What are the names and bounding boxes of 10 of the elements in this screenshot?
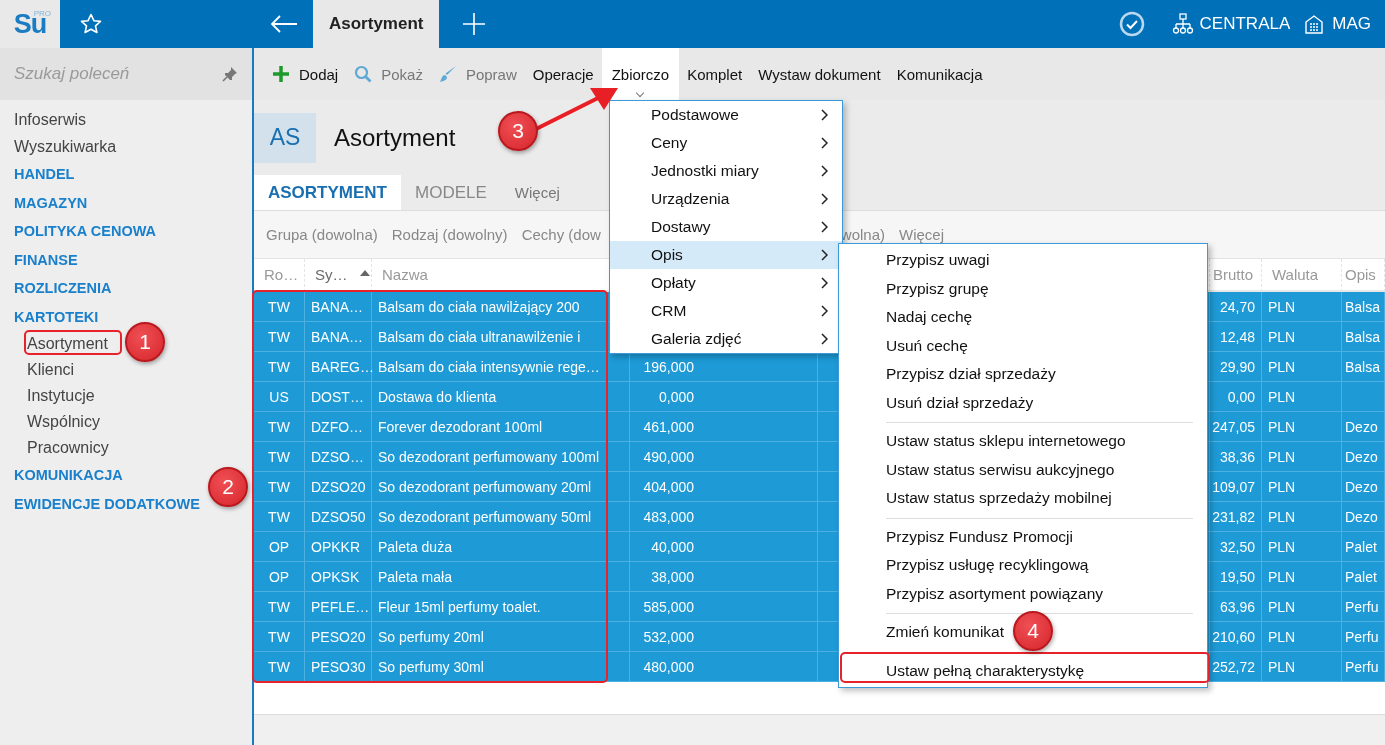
page-title: Asortyment bbox=[334, 123, 456, 152]
type-cell: TW bbox=[254, 652, 305, 682]
quantity-cell: 480,000 bbox=[630, 652, 818, 682]
currency-cell: PLN bbox=[1262, 652, 1342, 682]
symbol-cell: PESO30 bbox=[305, 652, 372, 682]
name-cell: So perfumy 30ml bbox=[372, 652, 630, 682]
app-logo: SuPRO bbox=[0, 0, 60, 48]
gross-price-cell: 252,72 bbox=[1210, 652, 1262, 682]
description-cell: Perfu bbox=[1342, 652, 1385, 682]
module-badge: AS bbox=[254, 112, 316, 163]
